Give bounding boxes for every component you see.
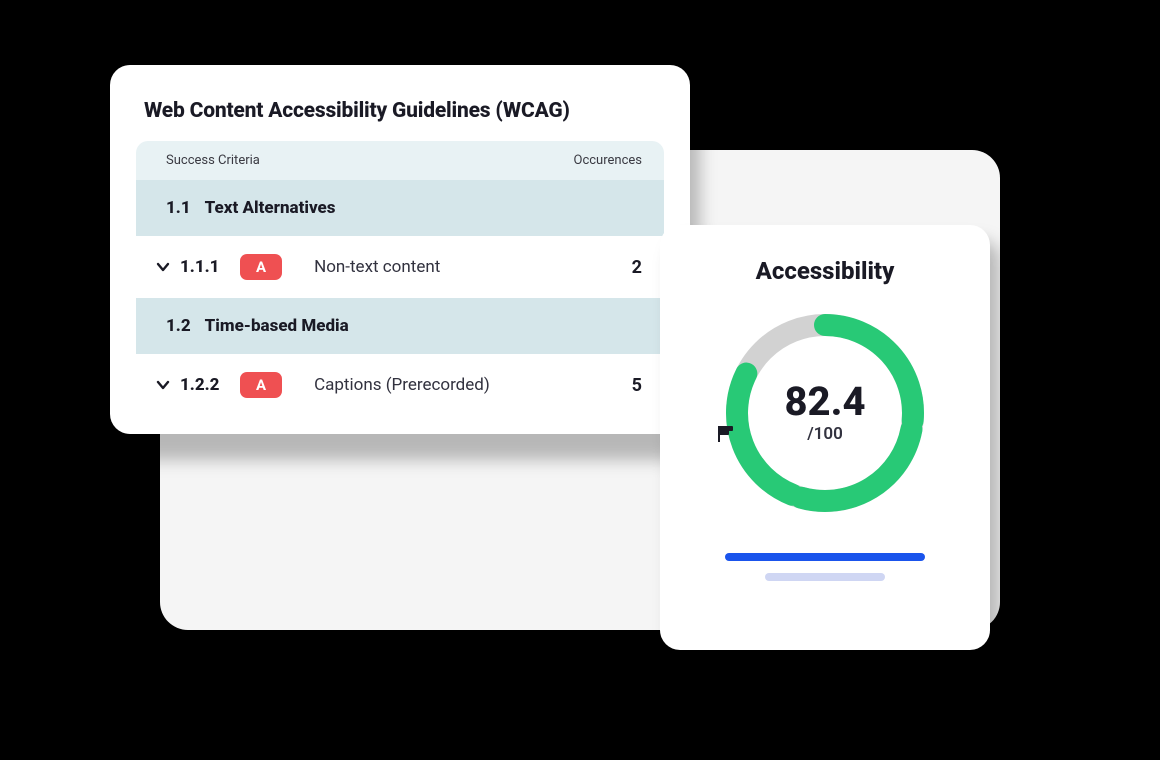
chevron-down-icon[interactable] (154, 258, 172, 276)
criteria-name: Captions (Prerecorded) (314, 375, 622, 395)
secondary-bar (765, 573, 885, 581)
primary-bar (725, 553, 925, 561)
criteria-num: 1.2.2 (180, 375, 240, 395)
score-bars (686, 553, 964, 581)
chevron-down-icon[interactable] (154, 376, 172, 394)
score-value: 82.4 (784, 382, 865, 422)
criteria-count: 5 (622, 375, 642, 396)
wcag-table-header: Success Criteria Occurences (136, 141, 664, 180)
wcag-group-row: 1.2 Time-based Media (136, 298, 664, 354)
group-num: 1.2 (166, 316, 191, 336)
score-max: /100 (807, 424, 843, 444)
score-gauge: 82.4 /100 (715, 303, 935, 523)
col-occurrences: Occurences (574, 153, 643, 168)
col-success-criteria: Success Criteria (166, 153, 260, 168)
group-num: 1.1 (166, 198, 191, 218)
wcag-card: Web Content Accessibility Guidelines (WC… (110, 65, 690, 434)
wcag-group-row: 1.1 Text Alternatives (136, 180, 664, 236)
criteria-count: 2 (622, 257, 642, 278)
level-badge: A (240, 254, 282, 280)
score-card-title: Accessibility (756, 257, 895, 285)
score-center: 82.4 /100 (715, 303, 935, 523)
wcag-card-title: Web Content Accessibility Guidelines (WC… (144, 99, 656, 123)
wcag-criteria-row[interactable]: 1.1.1 A Non-text content 2 (136, 236, 664, 298)
criteria-name: Non-text content (314, 257, 622, 277)
level-badge: A (240, 372, 282, 398)
group-name: Text Alternatives (205, 198, 336, 218)
wcag-criteria-row[interactable]: 1.2.2 A Captions (Prerecorded) 5 (136, 354, 664, 416)
criteria-num: 1.1.1 (180, 257, 240, 277)
group-name: Time-based Media (205, 316, 349, 336)
accessibility-score-card: Accessibility 82.4 /100 (660, 225, 990, 650)
